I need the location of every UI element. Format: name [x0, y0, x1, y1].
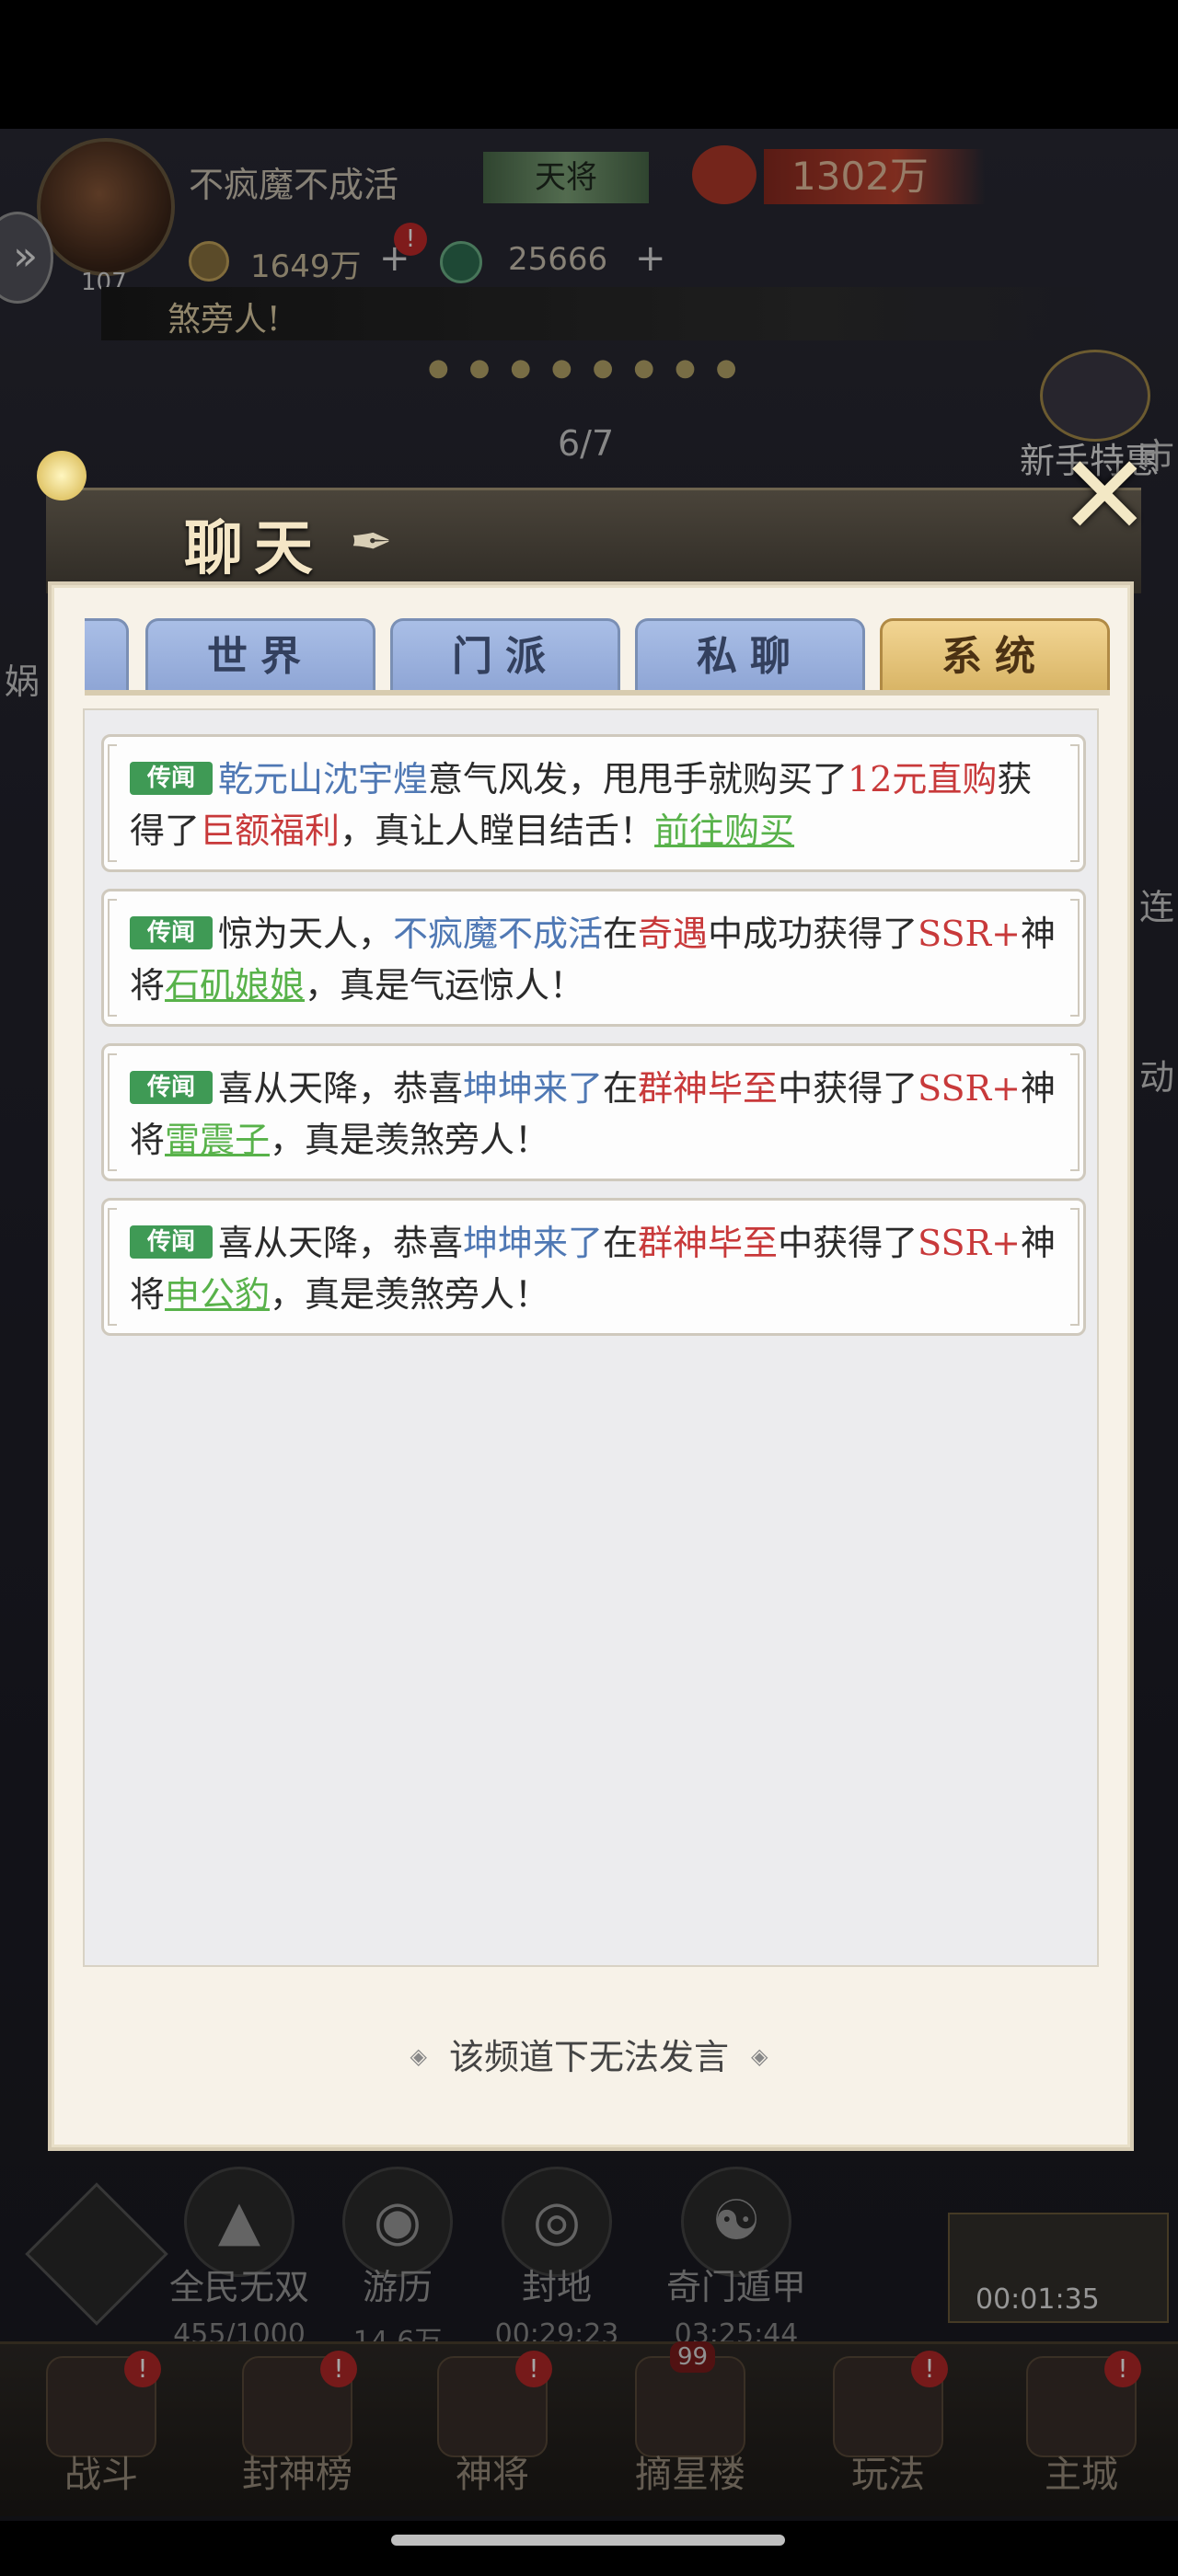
- message-text: 意气风发，甩甩手就购买了: [428, 759, 849, 799]
- message-text: 巨额福利: [200, 811, 341, 851]
- channel-footer: ◈ 该频道下无法发言 ◈: [0, 2029, 1178, 2079]
- tab-private[interactable]: 私聊: [635, 618, 865, 692]
- message-text[interactable]: 不疯魔不成活: [393, 914, 603, 954]
- message-text: 奇遇: [638, 914, 709, 954]
- message-text[interactable]: 乾元山沈宇煌: [218, 759, 428, 799]
- message-text: 喜从天降，恭喜: [218, 1068, 464, 1109]
- chat-message: 传闻 惊为天人，不疯魔不成活在奇遇中成功获得了SSR+神将石矶娘娘，真是气运惊人！: [101, 889, 1086, 1027]
- tab-underline: [85, 690, 1110, 696]
- rumor-tag: 传闻: [130, 1225, 213, 1259]
- message-text[interactable]: 坤坤来了: [463, 1068, 603, 1109]
- home-indicator[interactable]: [391, 2535, 785, 2546]
- message-text: 喜从天降，恭喜: [218, 1223, 464, 1263]
- message-text: ，真让人瞠目结舌！: [340, 811, 655, 851]
- chat-message: 传闻 喜从天降，恭喜坤坤来了在群神毕至中获得了SSR+神将申公豹，真是羡煞旁人！: [101, 1198, 1086, 1336]
- message-text: 惊为天人，: [218, 914, 394, 954]
- chat-message: 传闻 乾元山沈宇煌意气风发，甩甩手就购买了12元直购获得了巨额福利，真让人瞠目结舌…: [101, 734, 1086, 872]
- message-link[interactable]: 申公豹: [165, 1274, 270, 1315]
- message-text: 中成功获得了: [708, 914, 918, 954]
- message-text: ，真是羡煞旁人！: [270, 1120, 550, 1160]
- message-text: 群神毕至: [638, 1068, 779, 1109]
- message-text: 群神毕至: [638, 1223, 779, 1263]
- message-text: 在: [603, 1068, 639, 1109]
- message-text: SSR+: [918, 1068, 1021, 1109]
- sun-decoration-icon: [37, 451, 87, 500]
- message-link[interactable]: 前往购买: [654, 811, 794, 851]
- footer-text: 该频道下无法发言: [448, 2037, 729, 2077]
- rumor-tag: 传闻: [130, 762, 213, 795]
- message-text: SSR+: [918, 1223, 1021, 1263]
- tab-sect[interactable]: 门派: [390, 618, 620, 692]
- tab-system[interactable]: 系统: [880, 618, 1110, 692]
- message-text: 在: [603, 914, 639, 954]
- message-link[interactable]: 石矶娘娘: [165, 965, 305, 1006]
- ornament-left-icon: ◈: [410, 2043, 427, 2069]
- chat-title: 聊天: [184, 514, 324, 583]
- close-button[interactable]: ✕: [1058, 442, 1151, 552]
- message-text: 在: [603, 1223, 639, 1263]
- tab-world[interactable]: 世界: [145, 618, 375, 692]
- rumor-tag: 传闻: [130, 1071, 213, 1104]
- message-link[interactable]: 雷震子: [165, 1120, 270, 1160]
- message-text[interactable]: 坤坤来了: [463, 1223, 603, 1263]
- chat-message: 传闻 喜从天降，恭喜坤坤来了在群神毕至中获得了SSR+神将雷震子，真是羡煞旁人！: [101, 1043, 1086, 1181]
- brush-icon: ✒: [350, 512, 393, 572]
- message-text: ，真是羡煞旁人！: [270, 1274, 550, 1315]
- ornament-right-icon: ◈: [751, 2043, 768, 2069]
- message-text: 中获得了: [778, 1223, 918, 1263]
- message-text: ，真是气运惊人！: [305, 965, 585, 1006]
- message-text: 12元直购: [848, 759, 998, 799]
- message-text: 中获得了: [778, 1068, 918, 1109]
- message-text: SSR+: [918, 914, 1021, 954]
- rumor-tag: 传闻: [130, 916, 213, 949]
- tab-scrolled-partial[interactable]: [85, 618, 129, 692]
